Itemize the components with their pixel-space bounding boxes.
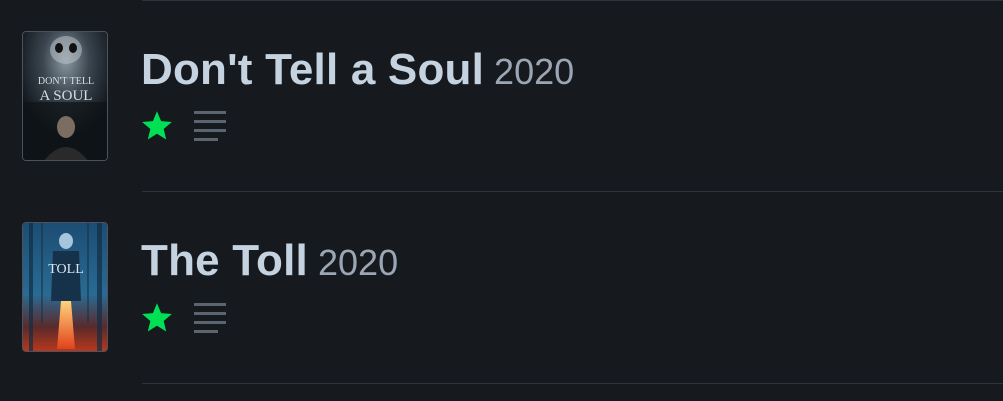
- poster-title: TOLL: [48, 262, 84, 277]
- film-title[interactable]: The Toll: [141, 236, 308, 285]
- film-row[interactable]: TOLL The Toll 2020: [0, 192, 1003, 382]
- poster-title-line2: A SOUL: [40, 88, 93, 104]
- film-row[interactable]: DON'T TELL A SOUL Don't Tell a Soul 2020: [0, 1, 1003, 191]
- review-lines-icon[interactable]: [192, 109, 228, 143]
- film-year[interactable]: 2020: [494, 51, 574, 92]
- film-list: DON'T TELL A SOUL Don't Tell a Soul2020: [0, 0, 1003, 401]
- film-title-line: Don't Tell a Soul 2020: [141, 45, 574, 95]
- film-poster[interactable]: TOLL: [22, 222, 108, 352]
- star-icon: [142, 303, 172, 332]
- poster-title-line1: DON'T TELL: [38, 76, 94, 87]
- divider-bottom: [142, 383, 1003, 384]
- poster-image: TOLL: [23, 223, 107, 351]
- film-title-line: The Toll 2020: [141, 236, 398, 286]
- film-title[interactable]: Don't Tell a Soul: [141, 45, 484, 94]
- poster-image: DON'T TELL A SOUL: [23, 32, 107, 160]
- film-poster[interactable]: DON'T TELL A SOUL: [22, 31, 108, 161]
- star-icon: [142, 111, 172, 140]
- film-year[interactable]: 2020: [318, 242, 398, 283]
- review-lines-icon[interactable]: [192, 301, 228, 335]
